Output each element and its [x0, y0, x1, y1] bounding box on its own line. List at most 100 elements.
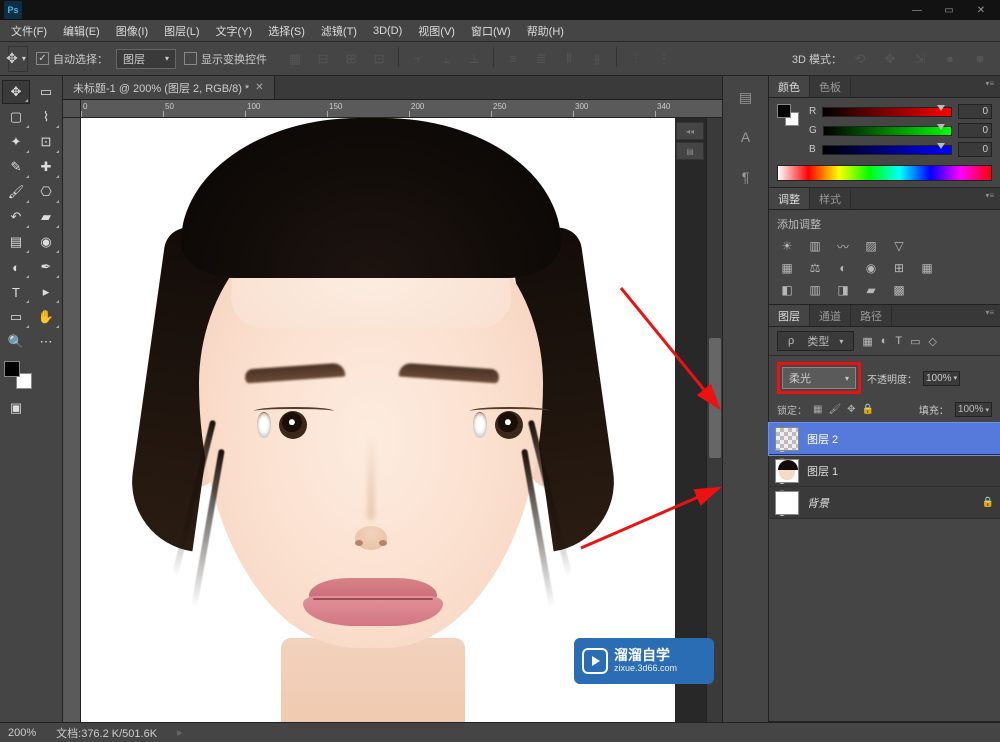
- layer-item[interactable]: 👁 图层 2: [769, 423, 1000, 455]
- auto-select-target[interactable]: 图层▾: [116, 49, 176, 69]
- crop-tool[interactable]: ⊡: [32, 130, 60, 154]
- layer-thumbnail[interactable]: [775, 427, 799, 451]
- panel-menu-icon[interactable]: ▾≡: [979, 76, 1000, 97]
- artboard-tool[interactable]: ▭: [32, 80, 60, 104]
- adj-lookup-icon[interactable]: ▦: [917, 260, 937, 276]
- tab-color[interactable]: 颜色: [769, 76, 810, 97]
- heal-tool[interactable]: ✚: [32, 155, 60, 179]
- distribute-icon[interactable]: ≡: [501, 47, 525, 71]
- fg-bg-mini-swatch[interactable]: [777, 104, 799, 126]
- align-icon[interactable]: ▦: [283, 47, 307, 71]
- adj-bw-icon[interactable]: ◐: [833, 260, 853, 276]
- doc-info[interactable]: 文档:376.2 K/501.6K: [56, 725, 157, 741]
- panel-menu-icon[interactable]: ▾≡: [979, 305, 1000, 326]
- blur-tool[interactable]: ◉: [32, 230, 60, 254]
- 3d-icon[interactable]: ●: [938, 47, 962, 71]
- g-slider[interactable]: [823, 126, 952, 136]
- 3d-icon[interactable]: ⟲: [848, 47, 872, 71]
- pen-tool[interactable]: ✒: [32, 255, 60, 279]
- brush-tool[interactable]: 🖌: [2, 180, 30, 204]
- adj-poster-icon[interactable]: ▥: [805, 282, 825, 298]
- filter-type-icon[interactable]: T: [895, 335, 902, 347]
- b-slider[interactable]: [822, 145, 952, 155]
- menu-view[interactable]: 视图(V): [411, 21, 462, 41]
- adj-photo-icon[interactable]: ◉: [861, 260, 881, 276]
- layer-item[interactable]: 👁 背景 🔒: [769, 487, 1000, 519]
- adj-balance-icon[interactable]: ⚖: [805, 260, 825, 276]
- zoom-level[interactable]: 200%: [8, 727, 36, 739]
- adj-selective-icon[interactable]: ▩: [889, 282, 909, 298]
- dodge-tool[interactable]: ◐: [2, 255, 30, 279]
- layer-name[interactable]: 图层 1: [807, 463, 838, 479]
- horizontal-ruler[interactable]: 050100150200250300340: [81, 100, 722, 118]
- tab-styles[interactable]: 样式: [810, 188, 851, 209]
- align-icon[interactable]: ⫡: [462, 47, 486, 71]
- maximize-button[interactable]: ▭: [934, 1, 964, 19]
- close-button[interactable]: ✕: [966, 1, 996, 19]
- distribute-icon[interactable]: ≣: [529, 47, 553, 71]
- menu-select[interactable]: 选择(S): [261, 21, 312, 41]
- spectrum-strip[interactable]: [777, 165, 992, 181]
- canvas[interactable]: [81, 118, 675, 722]
- tab-layers[interactable]: 图层: [769, 305, 810, 326]
- canvas-viewport[interactable]: ◂◂ ▤ 溜溜自学 zixue.3d66.com: [81, 118, 722, 722]
- blend-mode-select[interactable]: 柔光▾: [782, 367, 856, 389]
- adj-invert-icon[interactable]: ◧: [777, 282, 797, 298]
- screen-mode[interactable]: ▣: [2, 396, 30, 420]
- fill-value[interactable]: 100%▾: [955, 402, 992, 417]
- r-slider[interactable]: [822, 107, 952, 117]
- align-icon[interactable]: ⫟: [406, 47, 430, 71]
- close-tab-icon[interactable]: ✕: [255, 82, 263, 93]
- foreground-background-swatch[interactable]: [4, 361, 32, 389]
- history-brush-tool[interactable]: ↶: [2, 205, 30, 229]
- adj-exposure-icon[interactable]: ▨: [861, 238, 881, 254]
- layer-filter-select[interactable]: ρ 类型▾: [777, 331, 854, 351]
- filter-shape-icon[interactable]: ▭: [910, 335, 920, 348]
- g-value[interactable]: 0: [958, 123, 992, 138]
- adj-brightness-icon[interactable]: ☀: [777, 238, 797, 254]
- menu-type[interactable]: 文字(Y): [209, 21, 260, 41]
- align-icon[interactable]: ⊞: [339, 47, 363, 71]
- edit-toolbar[interactable]: ⋯: [32, 330, 60, 354]
- distribute-icon[interactable]: ⋮: [652, 47, 676, 71]
- tab-channels[interactable]: 通道: [810, 305, 851, 326]
- menu-filter[interactable]: 滤镜(T): [314, 21, 364, 41]
- extras-icon[interactable]: ▤: [676, 142, 704, 160]
- menu-help[interactable]: 帮助(H): [520, 21, 571, 41]
- adj-hue-icon[interactable]: ▦: [777, 260, 797, 276]
- menu-3d[interactable]: 3D(D): [366, 23, 409, 39]
- lasso-tool[interactable]: ⌇: [32, 105, 60, 129]
- adj-vibrance-icon[interactable]: ▽: [889, 238, 909, 254]
- layer-name[interactable]: 背景: [807, 495, 829, 511]
- r-value[interactable]: 0: [958, 104, 992, 119]
- 3d-icon[interactable]: ■: [968, 47, 992, 71]
- layer-item[interactable]: 👁 图层 1: [769, 455, 1000, 487]
- move-tool[interactable]: ✥: [2, 80, 30, 104]
- align-icon[interactable]: ⊟: [311, 47, 335, 71]
- lock-transparent-icon[interactable]: ▦: [813, 404, 822, 415]
- panel-menu-icon[interactable]: ▾≡: [979, 188, 1000, 209]
- menu-edit[interactable]: 编辑(E): [56, 21, 107, 41]
- path-select-tool[interactable]: ▸: [32, 280, 60, 304]
- eraser-tool[interactable]: ▰: [32, 205, 60, 229]
- dock-char-icon[interactable]: A: [731, 122, 761, 152]
- opacity-value[interactable]: 100%▾: [923, 371, 960, 386]
- adj-curves-icon[interactable]: 〰: [833, 238, 853, 254]
- 3d-icon[interactable]: ⇲: [908, 47, 932, 71]
- gradient-tool[interactable]: ▤: [2, 230, 30, 254]
- tab-adjustments[interactable]: 调整: [769, 188, 810, 209]
- filter-pixel-icon[interactable]: ▦: [862, 335, 872, 348]
- menu-window[interactable]: 窗口(W): [464, 21, 518, 41]
- align-icon[interactable]: ⊡: [367, 47, 391, 71]
- distribute-icon[interactable]: ⫴: [557, 47, 581, 71]
- wand-tool[interactable]: ✦: [2, 130, 30, 154]
- menu-layer[interactable]: 图层(L): [157, 21, 206, 41]
- stamp-tool[interactable]: ⎔: [32, 180, 60, 204]
- move-tool-indicator[interactable]: ✥▾: [8, 46, 28, 72]
- hand-tool[interactable]: ✋: [32, 305, 60, 329]
- filter-smart-icon[interactable]: ◇: [929, 335, 937, 348]
- eyedropper-tool[interactable]: ✎: [2, 155, 30, 179]
- show-transform-checkbox[interactable]: 显示变换控件: [184, 51, 267, 67]
- dock-history-icon[interactable]: ▤: [731, 82, 761, 112]
- auto-select-checkbox[interactable]: 自动选择：: [36, 51, 108, 67]
